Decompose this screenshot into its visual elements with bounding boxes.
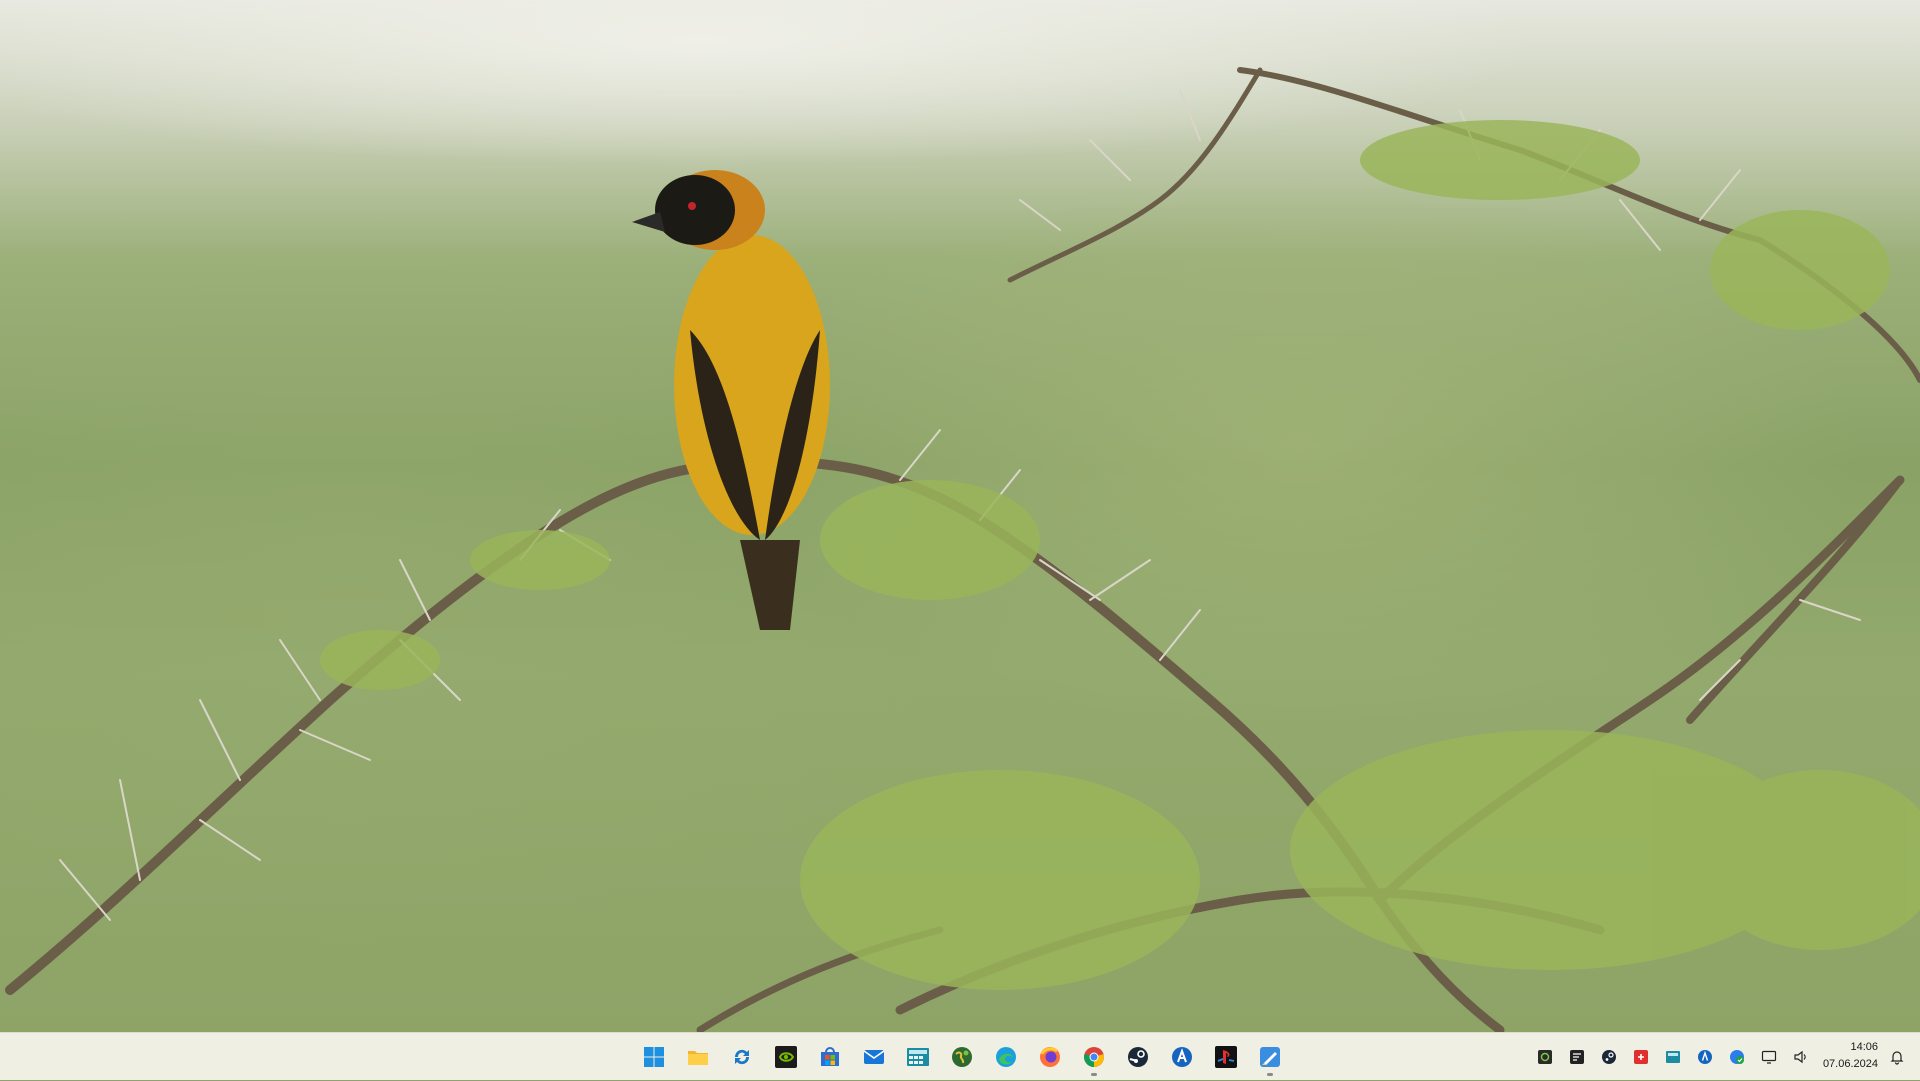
sync-app-button[interactable]	[722, 1037, 762, 1077]
mail-button[interactable]	[854, 1037, 894, 1077]
tray-pc-app-icon[interactable]	[1562, 1041, 1592, 1073]
sync-icon	[734, 1049, 750, 1065]
tray-steam-icon[interactable]	[1594, 1041, 1624, 1073]
bell-icon	[1890, 1051, 1904, 1065]
calculator-button[interactable]	[898, 1037, 938, 1077]
tray-network-app-icon[interactable]	[1530, 1041, 1560, 1073]
taskbar: 14:06 07.06.2024	[0, 1032, 1920, 1080]
tray-launcher-icon[interactable]	[1690, 1041, 1720, 1073]
globe-app-button[interactable]	[942, 1037, 982, 1077]
nvidia-button[interactable]	[766, 1037, 806, 1077]
pc-app-icon	[1570, 1050, 1584, 1064]
volume-icon	[1794, 1050, 1806, 1064]
paint-app-button[interactable]	[1250, 1037, 1290, 1077]
calculator-icon	[1666, 1051, 1680, 1063]
foliage	[320, 120, 1920, 990]
start-button[interactable]	[634, 1037, 674, 1077]
steam-icon	[1128, 1047, 1148, 1067]
folder-icon	[688, 1051, 708, 1065]
steam-icon	[1602, 1050, 1616, 1064]
globe-icon	[952, 1047, 972, 1067]
store-icon	[821, 1047, 839, 1066]
edge-icon	[996, 1047, 1016, 1067]
security-icon	[1730, 1050, 1744, 1064]
clock-time: 14:06	[1850, 1041, 1878, 1053]
tray-red-app-icon[interactable]	[1626, 1041, 1656, 1073]
nvidia-icon	[775, 1046, 797, 1068]
red-app-icon	[1634, 1050, 1648, 1064]
mail-icon	[863, 1050, 885, 1064]
network-app-icon	[1538, 1050, 1552, 1064]
chrome-button[interactable]	[1074, 1037, 1114, 1077]
app-launcher-button[interactable]	[1162, 1037, 1202, 1077]
clock[interactable]: 14:06 07.06.2024	[1808, 1039, 1878, 1075]
taskbar-pinned-apps	[634, 1033, 1290, 1081]
firefox-icon	[1040, 1047, 1060, 1067]
tray-security-icon[interactable]	[1722, 1041, 1752, 1073]
weaver-bird	[632, 170, 830, 630]
steam-button[interactable]	[1118, 1037, 1158, 1077]
launcher-icon	[1698, 1050, 1712, 1064]
clock-date: 07.06.2024	[1822, 1058, 1878, 1070]
windows-icon	[644, 1047, 664, 1067]
wallpaper-illustration	[5, 67, 1920, 1032]
desktop-wallpaper	[0, 0, 1920, 1032]
file-explorer-button[interactable]	[678, 1037, 718, 1077]
display-icon	[1761, 1050, 1777, 1064]
chrome-icon	[1084, 1047, 1104, 1067]
store-button[interactable]	[810, 1037, 850, 1077]
tray-display-icon[interactable]	[1754, 1041, 1784, 1073]
firefox-button[interactable]	[1030, 1037, 1070, 1077]
playstation-button[interactable]	[1206, 1037, 1246, 1077]
edge-button[interactable]	[986, 1037, 1026, 1077]
tray-calculator-icon[interactable]	[1658, 1041, 1688, 1073]
calculator-icon	[907, 1048, 929, 1066]
system-tray	[1530, 1033, 1816, 1081]
paint-icon	[1260, 1047, 1280, 1067]
playstation-icon	[1215, 1046, 1237, 1068]
notification-button[interactable]	[1882, 1041, 1912, 1073]
launcher-icon	[1172, 1047, 1192, 1067]
